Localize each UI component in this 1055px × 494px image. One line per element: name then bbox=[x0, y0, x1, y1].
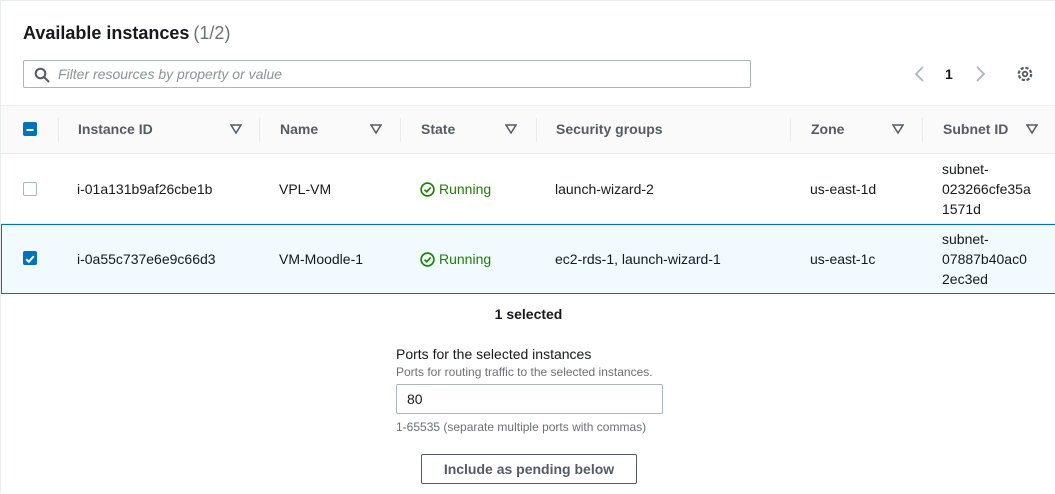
column-header-zone[interactable]: Zone bbox=[811, 106, 923, 153]
selection-count: (1/2) bbox=[193, 23, 231, 43]
column-divider bbox=[790, 118, 791, 142]
state-text: Running bbox=[439, 181, 492, 197]
name-cell: VPL-VM bbox=[279, 181, 332, 197]
pagination: 1 bbox=[909, 63, 989, 85]
table-row[interactable]: i-01a131b9af26cbe1b VPL-VM Running launc… bbox=[1, 154, 1055, 224]
include-as-pending-button[interactable]: Include as pending below bbox=[421, 454, 637, 484]
sort-down-icon[interactable] bbox=[1026, 123, 1038, 135]
sort-down-icon[interactable] bbox=[230, 123, 242, 135]
instance-id-cell[interactable]: i-0a55c737e6e9c66d3 bbox=[77, 225, 216, 293]
subnet-id-line: 07887b40ac0 bbox=[942, 251, 1027, 267]
ports-description: Ports for routing traffic to the selecte… bbox=[396, 365, 653, 379]
column-label: State bbox=[421, 121, 456, 137]
column-label: Security groups bbox=[556, 121, 663, 137]
security-groups-cell: ec2-rds-1, launch-wizard-1 bbox=[555, 251, 721, 267]
subnet-id-line: 1571d bbox=[942, 201, 981, 217]
chevron-right-icon[interactable] bbox=[973, 66, 987, 82]
ports-input[interactable] bbox=[396, 384, 663, 414]
sort-down-icon[interactable] bbox=[892, 123, 904, 135]
column-divider bbox=[58, 118, 59, 142]
sort-down-icon[interactable] bbox=[370, 123, 382, 135]
state-cell: Running bbox=[420, 154, 491, 224]
zone-cell: us-east-1d bbox=[810, 181, 877, 197]
row-checkbox[interactable] bbox=[23, 182, 37, 196]
check-circle-icon bbox=[420, 181, 435, 197]
checkmark-icon bbox=[25, 255, 35, 264]
column-header-subnet-id[interactable]: Subnet ID bbox=[943, 106, 1053, 153]
column-divider bbox=[922, 118, 923, 142]
minus-icon bbox=[26, 129, 34, 131]
subnet-id-cell: subnet- 023266cfe35a 1571d bbox=[942, 154, 1042, 224]
state-cell: Running bbox=[420, 225, 491, 293]
panel-title-text: Available instances bbox=[23, 23, 190, 43]
chevron-left-icon[interactable] bbox=[913, 66, 927, 82]
available-instances-panel: Available instances(1/2) 1 Instance ID bbox=[0, 0, 1055, 493]
column-divider bbox=[259, 118, 260, 142]
subnet-id-line: 2ec3ed bbox=[942, 271, 988, 287]
select-all-checkbox[interactable] bbox=[23, 122, 37, 136]
state-text: Running bbox=[439, 251, 492, 267]
column-label: Zone bbox=[811, 121, 845, 137]
gear-icon[interactable] bbox=[1016, 65, 1034, 83]
row-checkbox-checked[interactable] bbox=[23, 251, 37, 265]
subnet-id-line: subnet- bbox=[942, 231, 989, 247]
column-header-state[interactable]: State bbox=[421, 106, 531, 153]
zone-cell: us-east-1c bbox=[810, 251, 876, 267]
column-header-name[interactable]: Name bbox=[280, 106, 395, 153]
instance-id-cell[interactable]: i-01a131b9af26cbe1b bbox=[77, 154, 212, 224]
column-divider bbox=[400, 118, 401, 142]
ports-label: Ports for the selected instances bbox=[396, 346, 592, 362]
panel-title: Available instances (1/2) bbox=[23, 23, 230, 44]
search-icon bbox=[34, 67, 50, 83]
table-row-selected[interactable]: i-0a55c737e6e9c66d3 VM-Moodle-1 Running … bbox=[1, 224, 1055, 294]
table-header: Instance ID Name State Security groups Z… bbox=[1, 105, 1055, 154]
current-page-number[interactable]: 1 bbox=[945, 66, 953, 82]
column-label: Subnet ID bbox=[943, 121, 1009, 137]
check-circle-icon bbox=[420, 251, 435, 267]
column-header-security-groups[interactable]: Security groups bbox=[556, 106, 781, 153]
security-groups-cell: launch-wizard-2 bbox=[555, 181, 654, 197]
column-label: Name bbox=[280, 121, 319, 137]
filter-search-box[interactable] bbox=[23, 60, 751, 88]
column-divider bbox=[536, 118, 537, 142]
name-cell: VM-Moodle-1 bbox=[279, 251, 364, 267]
subnet-id-line: 023266cfe35a bbox=[942, 181, 1031, 197]
selected-count-text: 1 selected bbox=[494, 306, 563, 322]
subnet-id-line: subnet- bbox=[942, 161, 989, 177]
selection-footer: 1 selected Ports for the selected instan… bbox=[1, 294, 1055, 494]
column-label: Instance ID bbox=[78, 121, 153, 137]
filter-input[interactable] bbox=[58, 61, 738, 87]
column-header-instance-id[interactable]: Instance ID bbox=[78, 106, 253, 153]
sort-down-icon[interactable] bbox=[505, 123, 517, 135]
subnet-id-cell: subnet- 07887b40ac0 2ec3ed bbox=[942, 225, 1042, 293]
ports-hint: 1-65535 (separate multiple ports with co… bbox=[396, 420, 647, 434]
